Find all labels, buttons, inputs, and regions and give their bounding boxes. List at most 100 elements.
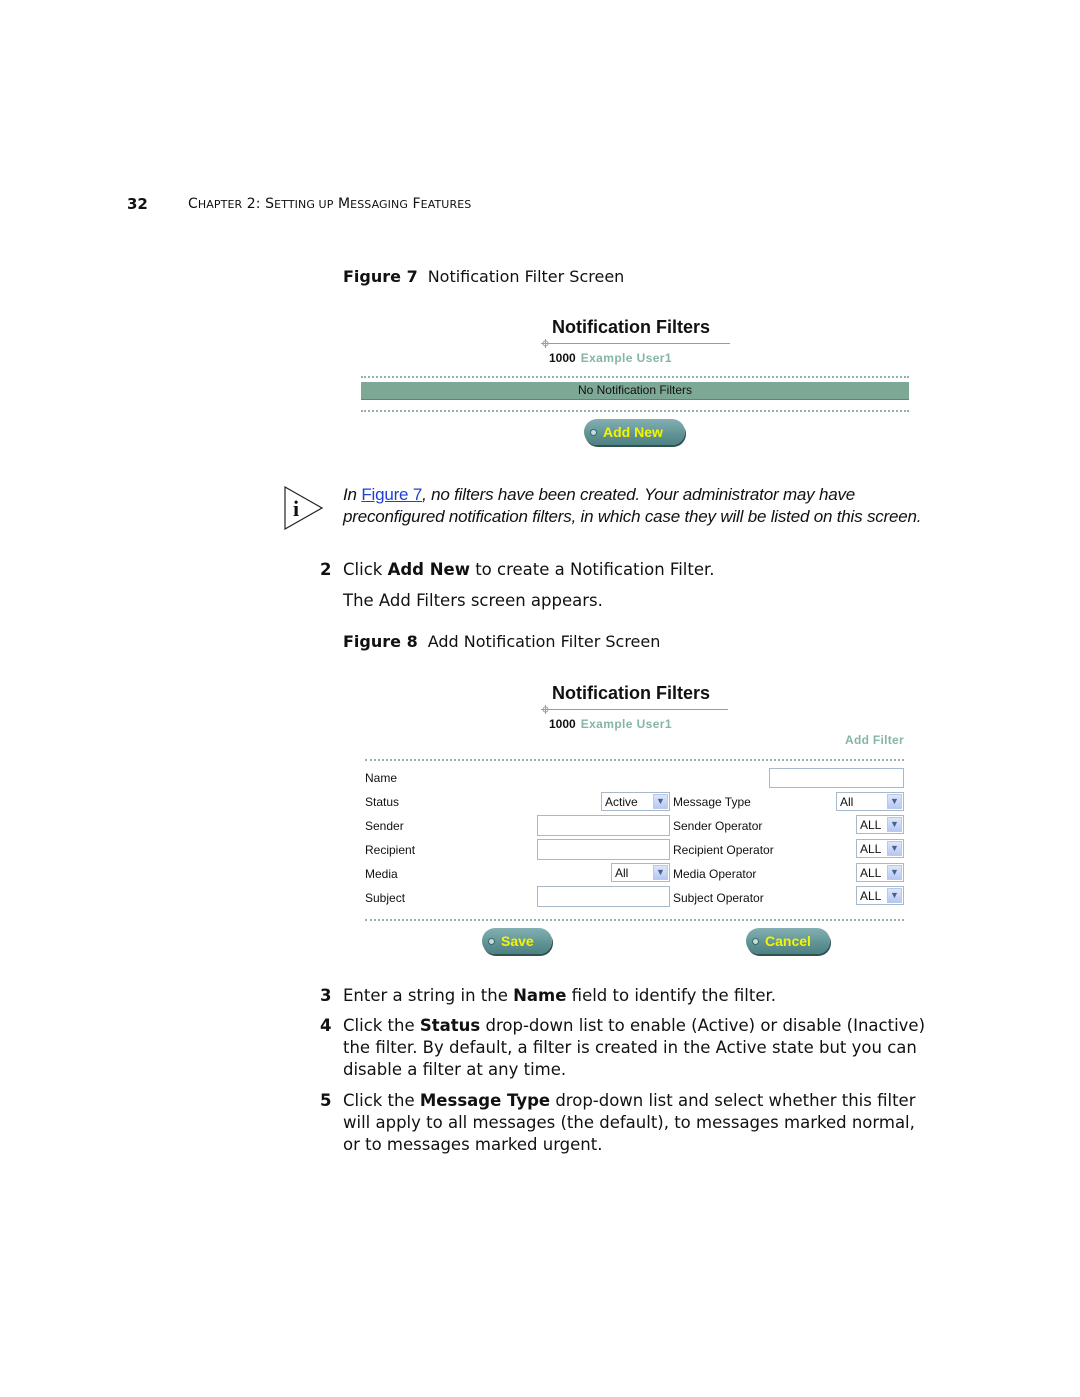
chevron-down-icon: ▼ (887, 794, 902, 809)
step-ui-term: Status (419, 1016, 481, 1035)
figure-caption-text: Notification Filter Screen (427, 267, 625, 286)
add-new-button[interactable]: Add New (584, 419, 685, 445)
step-4-text: Click the Status drop-down list to enabl… (343, 1015, 928, 1081)
status-label: Status (365, 795, 400, 809)
step-text: Enter a string in the (343, 986, 514, 1005)
media-operator-select-value: ALL (860, 865, 882, 880)
recipient-label: Recipient (365, 843, 416, 857)
recipient-operator-select-value: ALL (860, 841, 882, 856)
status-select-value: Active (605, 794, 638, 809)
user-number: 1000 (549, 717, 576, 731)
recipient-operator-label: Recipient Operator (673, 843, 774, 857)
chapter-heading-part: ETTING UP (274, 198, 334, 211)
cancel-button-label: Cancel (765, 933, 811, 949)
panel-title: Notification Filters (552, 317, 711, 337)
step-text: field to identify the filter. (566, 986, 777, 1005)
media-operator-select[interactable]: ALL ▼ (856, 863, 904, 882)
chevron-down-icon: ▼ (887, 865, 902, 880)
button-bullet-icon (488, 937, 495, 945)
step-ui-term: Name (513, 986, 567, 1005)
subject-label: Subject (365, 891, 406, 905)
step-text: to create a Notification Filter. (469, 560, 715, 579)
subject-operator-label: Subject Operator (673, 891, 764, 905)
step-number: 3 (320, 986, 332, 1005)
step-2-result: The Add Filters screen appears. (343, 591, 603, 610)
recipient-operator-select[interactable]: ALL ▼ (856, 839, 904, 858)
step-number: 4 (320, 1016, 332, 1035)
chapter-heading-part: ESSAGING (350, 198, 408, 211)
note-body: , no filters have been created. Your adm… (343, 485, 922, 526)
status-select[interactable]: Active ▼ (601, 792, 670, 811)
chapter-heading-initial: C (188, 196, 198, 212)
cancel-button[interactable]: Cancel (746, 928, 830, 954)
user-name: Example User1 (580, 717, 672, 731)
user-identity: 1000 Example User1 (549, 717, 672, 731)
chapter-heading-part: F (407, 196, 421, 212)
button-bullet-icon (752, 937, 759, 945)
chevron-down-icon: ▼ (887, 888, 902, 903)
subject-operator-select[interactable]: ALL ▼ (856, 886, 904, 905)
step-text: Click (343, 560, 388, 579)
chapter-heading: CHAPTER 2: SETTING UP MESSAGING FEATURES (188, 196, 471, 212)
message-type-label: Message Type (673, 795, 751, 809)
figure-label: Figure 8 (343, 632, 418, 651)
chevron-down-icon: ▼ (653, 794, 668, 809)
chevron-down-icon: ▼ (887, 817, 902, 832)
recipient-input[interactable] (537, 839, 670, 860)
step-number: 5 (320, 1091, 332, 1110)
sender-label: Sender (365, 819, 404, 833)
message-type-select-value: All (840, 794, 854, 809)
info-icon: i (284, 486, 324, 530)
subject-input[interactable] (537, 886, 670, 907)
dotted-divider (361, 376, 909, 378)
figure-label: Figure 7 (343, 267, 418, 286)
media-select-value: All (615, 865, 629, 880)
step-text: Click the (343, 1016, 420, 1035)
add-new-button-label: Add New (603, 424, 663, 440)
step-ui-term: Message Type (419, 1091, 551, 1110)
chevron-down-icon: ▼ (653, 865, 668, 880)
figure-caption-text: Add Notification Filter Screen (427, 632, 661, 651)
message-type-select[interactable]: All ▼ (836, 792, 904, 811)
media-select[interactable]: All ▼ (611, 863, 670, 882)
figure-7-caption: Figure 7 Notification Filter Screen (343, 267, 624, 286)
sender-operator-label: Sender Operator (673, 819, 763, 833)
subject-operator-select-value: ALL (860, 888, 882, 903)
svg-text:i: i (293, 496, 299, 521)
title-rule (541, 343, 730, 344)
name-label: Name (365, 771, 398, 785)
user-name: Example User1 (580, 351, 672, 365)
media-operator-label: Media Operator (673, 867, 757, 881)
chapter-heading-part: EATURES (420, 198, 472, 211)
step-2-text: Click Add New to create a Notification F… (343, 559, 923, 581)
title-rule (541, 709, 728, 710)
add-filter-heading: Add Filter (845, 733, 904, 747)
dotted-divider (365, 919, 904, 921)
chapter-heading-part: 2: S (242, 196, 275, 212)
save-button-label: Save (501, 933, 534, 949)
dotted-divider (365, 759, 904, 761)
sender-input[interactable] (537, 815, 670, 836)
figure-7-link[interactable]: Figure 7 (361, 485, 422, 504)
user-number: 1000 (549, 351, 576, 365)
button-bullet-icon (590, 428, 597, 436)
panel-title: Notification Filters (552, 683, 711, 703)
figure-8-caption: Figure 8 Add Notification Filter Screen (343, 632, 660, 651)
save-button[interactable]: Save (482, 928, 552, 954)
media-label: Media (365, 867, 398, 881)
sender-operator-select[interactable]: ALL ▼ (856, 815, 904, 834)
empty-state-bar: No Notification Filters (361, 382, 909, 400)
sender-operator-select-value: ALL (860, 817, 882, 832)
user-identity: 1000 Example User1 (549, 351, 672, 365)
step-number: 2 (320, 560, 332, 579)
dotted-divider (361, 410, 909, 412)
step-text: Click the (343, 1091, 420, 1110)
name-input[interactable] (769, 768, 904, 788)
page-number: 32 (127, 195, 148, 213)
chapter-heading-part: HAPTER (197, 198, 243, 211)
chevron-down-icon: ▼ (887, 841, 902, 856)
chapter-heading-part: M (333, 196, 351, 212)
note-paragraph: In Figure 7, no filters have been create… (343, 484, 923, 528)
step-3-text: Enter a string in the Name field to iden… (343, 985, 928, 1007)
step-5-text: Click the Message Type drop-down list an… (343, 1090, 928, 1156)
